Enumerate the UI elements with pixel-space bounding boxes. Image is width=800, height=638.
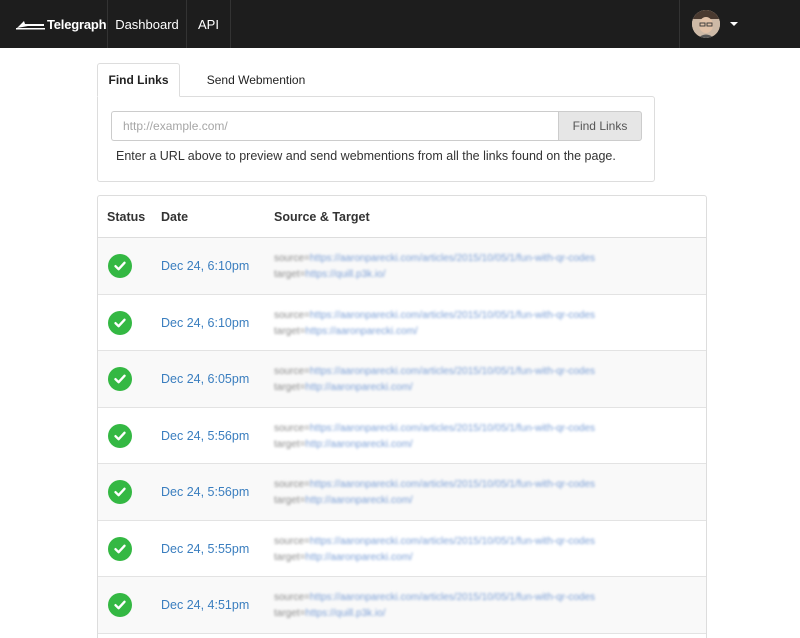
- check-circle-icon: [108, 367, 132, 391]
- source-line: source=https://aaronparecki.com/articles…: [274, 253, 698, 265]
- source-label: source=: [274, 479, 310, 490]
- target-line: target=http://aaronparecki.com/: [274, 552, 698, 564]
- target-line: target=http://aaronparecki.com/: [274, 495, 698, 507]
- date-link[interactable]: Dec 24, 5:56pm: [161, 485, 249, 499]
- date-link[interactable]: Dec 24, 5:56pm: [161, 429, 249, 443]
- help-text: Enter a URL above to preview and send we…: [116, 149, 616, 163]
- target-label: target=: [274, 495, 306, 506]
- check-circle-icon: [108, 536, 132, 561]
- source-label: source=: [274, 253, 310, 264]
- table-row: Dec 24, 5:55pm source=https://aaronpareck…: [98, 521, 706, 577]
- target-link[interactable]: http://aaronparecki.com/: [305, 495, 412, 506]
- source-label: source=: [274, 309, 310, 321]
- tab-find-links[interactable]: Find Links: [97, 63, 180, 97]
- target-link[interactable]: http://aaronparecki.com/: [305, 382, 412, 393]
- target-link[interactable]: http://aaronparecki.com/: [305, 439, 412, 450]
- source-line: source=https://aaronparecki.com/articles…: [274, 479, 698, 491]
- find-links-panel: Find Links Enter a URL above to preview …: [97, 96, 655, 182]
- source-link[interactable]: https://aaronparecki.com/articles/2015/1…: [310, 479, 595, 490]
- source-line: source=https://aaronparecki.com/articles…: [274, 366, 698, 378]
- source-label: source=: [274, 535, 310, 547]
- header-status: Status: [107, 210, 146, 224]
- table-row: Dec 24, 5:56pm source=https://aaronpareck…: [98, 408, 706, 464]
- check-circle-icon: [108, 480, 132, 504]
- telegraph-logo-icon: [16, 21, 45, 30]
- table-row: Dec 24, 4:51pm source=https://aaronpareck…: [98, 577, 706, 634]
- table-row: Dec 24, 6:05pm source=https://aaronpareck…: [98, 351, 706, 408]
- source-link[interactable]: https://aaronparecki.com/articles/2015/1…: [310, 366, 595, 377]
- date-link[interactable]: Dec 24, 6:10pm: [161, 259, 249, 273]
- chevron-down-icon: [730, 22, 738, 26]
- date-link[interactable]: Dec 24, 6:10pm: [161, 316, 249, 330]
- source-line: source=https://aaronparecki.com/articles…: [274, 536, 698, 548]
- navbar: Telegraph Dashboard API: [0, 0, 800, 48]
- user-menu[interactable]: [679, 0, 800, 48]
- check-circle-icon: [108, 423, 132, 448]
- target-label: target=: [274, 438, 306, 450]
- brand-link[interactable]: Telegraph: [0, 0, 108, 48]
- tab-send-webmention[interactable]: Send Webmention: [180, 63, 332, 97]
- target-line: target=http://aaronparecki.com/: [274, 382, 698, 394]
- source-link[interactable]: https://aaronparecki.com/articles/2015/1…: [310, 592, 595, 603]
- target-label: target=: [274, 382, 306, 393]
- target-label: target=: [274, 269, 306, 280]
- target-link[interactable]: https://quill.p3k.io/: [305, 608, 385, 619]
- source-label: source=: [274, 592, 310, 603]
- nav-dashboard[interactable]: Dashboard: [108, 0, 187, 48]
- date-link[interactable]: Dec 24, 6:05pm: [161, 372, 249, 386]
- header-date: Date: [161, 210, 189, 224]
- target-label: target=: [274, 325, 306, 337]
- source-label: source=: [274, 422, 310, 434]
- target-link[interactable]: http://aaronparecki.com/: [305, 552, 412, 563]
- check-circle-icon: [108, 310, 132, 335]
- target-label: target=: [274, 551, 306, 563]
- find-links-button[interactable]: Find Links: [558, 111, 642, 141]
- target-line: target=http://aaronparecki.com/: [274, 439, 698, 451]
- target-line: target=https://aaronparecki.com/: [274, 326, 698, 338]
- check-circle-icon: [108, 254, 132, 278]
- brand-name: Telegraph: [47, 16, 107, 32]
- date-link[interactable]: Dec 24, 5:55pm: [161, 542, 249, 556]
- nav-api[interactable]: API: [187, 0, 231, 48]
- header-source-target: Source & Target: [274, 210, 370, 224]
- table-header: Status Date Source & Target: [98, 196, 706, 238]
- source-link[interactable]: https://aaronparecki.com/articles/2015/1…: [310, 536, 595, 547]
- webmentions-table: Status Date Source & Target Dec 24, 6:10…: [97, 195, 707, 638]
- target-line: target=https://quill.p3k.io/: [274, 269, 698, 281]
- target-label: target=: [274, 608, 306, 619]
- target-link[interactable]: https://quill.p3k.io/: [305, 269, 385, 280]
- source-link[interactable]: https://aaronparecki.com/articles/2015/1…: [310, 310, 595, 321]
- target-line: target=https://quill.p3k.io/: [274, 608, 698, 620]
- date-link[interactable]: Dec 24, 4:51pm: [161, 598, 249, 612]
- source-line: source=https://aaronparecki.com/articles…: [274, 592, 698, 604]
- table-row: Dec 24, 6:10pm source=https://aaronpareck…: [98, 295, 706, 351]
- check-circle-icon: [108, 593, 132, 617]
- table-row: Dec 24, 5:56pm source=https://aaronpareck…: [98, 464, 706, 521]
- target-link[interactable]: https://aaronparecki.com/: [305, 326, 417, 337]
- source-label: source=: [274, 366, 310, 377]
- source-line: source=https://aaronparecki.com/articles…: [274, 310, 698, 322]
- table-row: Dec 24, 6:10pm source=https://aaronpareck…: [98, 238, 706, 295]
- source-link[interactable]: https://aaronparecki.com/articles/2015/1…: [310, 253, 595, 264]
- url-input[interactable]: [111, 111, 559, 141]
- source-line: source=https://aaronparecki.com/articles…: [274, 423, 698, 435]
- source-link[interactable]: https://aaronparecki.com/articles/2015/1…: [310, 423, 595, 434]
- avatar: [692, 10, 720, 38]
